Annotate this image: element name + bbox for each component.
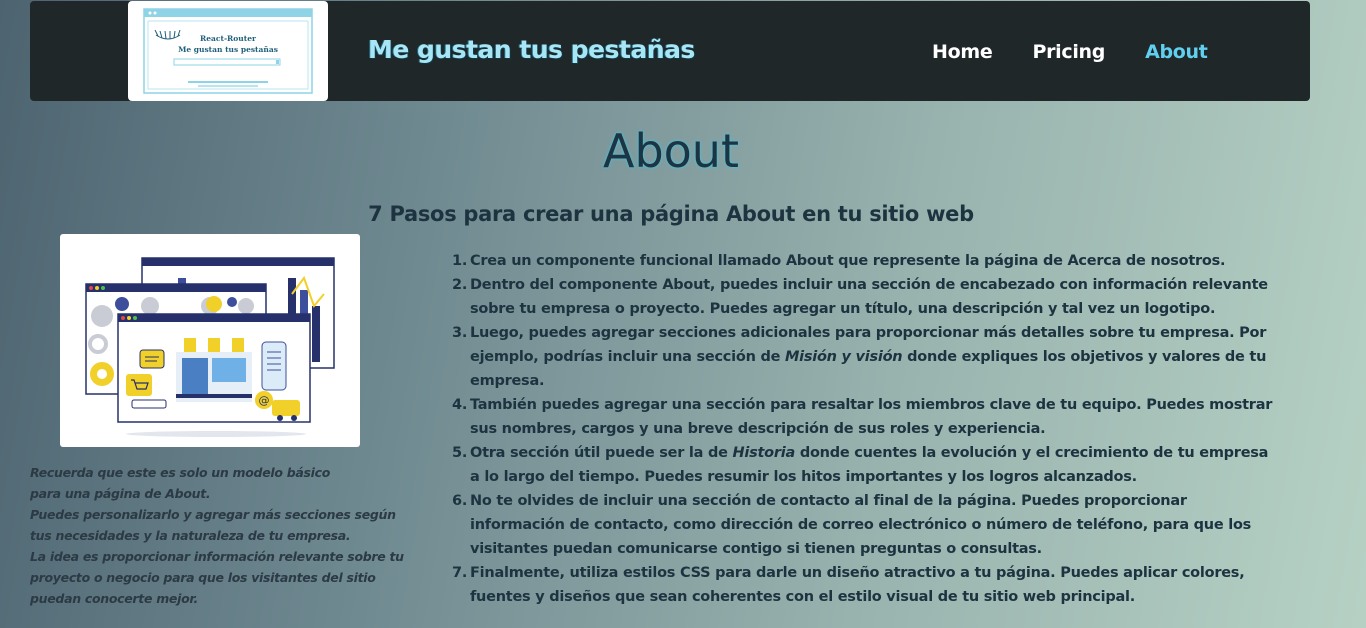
navbar: React-Router Me gustan tus pestañas Me g… [30,1,1310,101]
note-line: para una página de About. [30,486,211,501]
step-number: 4. [452,397,468,413]
steps-list: 1. Crea un componente funcional llamado … [452,249,1282,609]
emphasis-text: Historia [732,445,796,461]
page-heading: About [602,124,739,178]
step-number: 3. [452,325,468,341]
step-text: También puedes agregar una sección para … [470,397,1273,437]
step-item: 7. Finalmente, utiliza estilos CSS para … [452,561,1282,609]
phone-icon [261,341,287,391]
nav-links: Home Pricing About [932,41,1248,63]
cart-icon [126,374,152,396]
about-illustration: @ [60,234,360,447]
note-line: tus necesidades y la naturaleza de tu em… [30,528,351,543]
step-text: Luego, puedes agregar secciones adiciona… [470,325,1267,389]
step-number: 2. [452,277,468,293]
note-line: puedan conocerte mejor. [30,591,198,606]
delivery-truck-icon [272,400,300,416]
logo-text-line2: Me gustan tus pestañas [178,45,278,54]
note-line: Puedes personalizarlo y agregar más secc… [30,507,396,522]
note-text: Recuerda que este es solo un modelo bási… [30,462,410,609]
step-text: Crea un componente funcional llamado Abo… [470,253,1226,269]
logo-image: React-Router Me gustan tus pestañas [143,8,313,94]
step-text: Otra sección útil puede ser la de Histor… [470,445,1269,485]
note-line: proyecto o negocio para que los visitant… [30,570,376,585]
step-number: 6. [452,493,468,509]
step-text: Finalmente, utiliza estilos CSS para dar… [470,565,1245,605]
online-store-illustration-icon: @ [85,257,335,437]
svg-text:@: @ [259,394,270,407]
nav-link-home[interactable]: Home [932,41,993,63]
step-item: 5. Otra sección útil puede ser la de His… [452,441,1282,489]
step-text: Dentro del componente About, puedes incl… [470,277,1268,317]
chat-icon [139,349,165,369]
site-logo[interactable]: React-Router Me gustan tus pestañas [128,1,328,101]
step-item: 4. También puedes agregar una sección pa… [452,393,1282,441]
note-line: La idea es proporcionar información rele… [30,549,404,564]
nav-link-pricing[interactable]: Pricing [1032,41,1105,63]
step-item: 1. Crea un componente funcional llamado … [452,249,1282,273]
site-title[interactable]: Me gustan tus pestañas [368,35,695,64]
step-item: 3. Luego, puedes agregar secciones adici… [452,321,1282,393]
nav-link-about[interactable]: About [1145,41,1208,63]
step-number: 5. [452,445,468,461]
step-text: No te olvides de incluir una sección de … [470,493,1252,557]
step-number: 7. [452,565,468,581]
step-item: 6. No te olvides de incluir una sección … [452,489,1282,561]
storefront-icon [172,338,256,402]
logo-text-line1: React-Router [200,34,257,43]
step-item: 2. Dentro del componente About, puedes i… [452,273,1282,321]
step-number: 1. [452,253,468,269]
emphasis-text: Misión y visión [784,349,903,365]
page-subheading: 7 Pasos para crear una página About en t… [368,202,974,226]
rating-icon [131,399,167,409]
note-line: Recuerda que este es solo un modelo bási… [30,465,331,480]
